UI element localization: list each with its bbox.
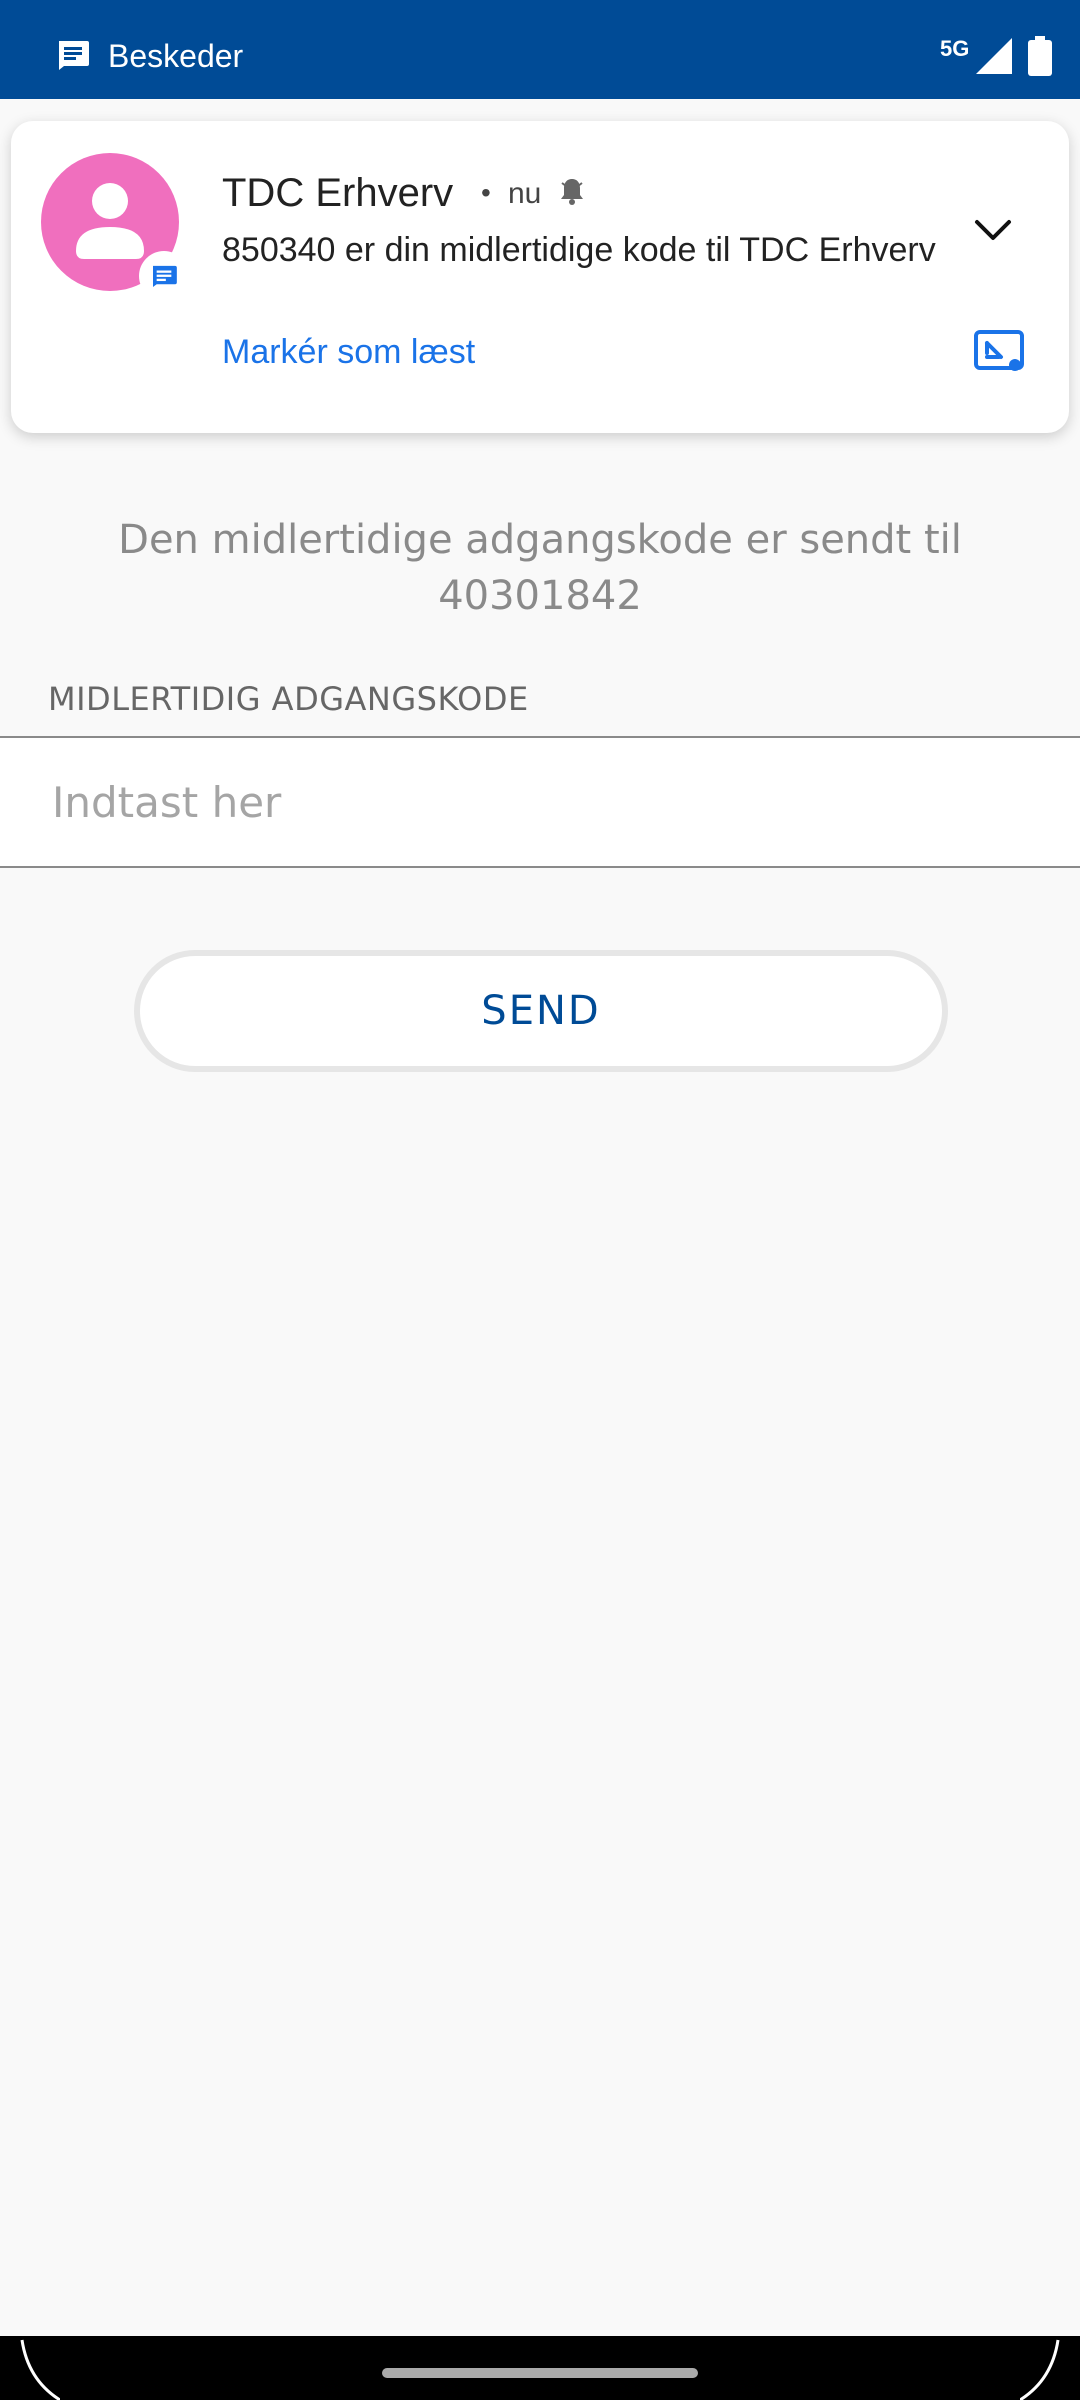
status-app-name: Beskeder	[108, 38, 244, 74]
notification-time: nu	[508, 177, 542, 210]
navigation-bar	[0, 2336, 1080, 2400]
battery-icon	[1028, 36, 1052, 76]
screen-corner-right	[1020, 2339, 1060, 2400]
messages-badge	[139, 251, 189, 301]
message-icon	[153, 265, 177, 287]
message-icon	[59, 41, 89, 70]
info-text: Den midlertidige adgangskode er sendt ti…	[118, 517, 962, 619]
code-field-label: MIDLERTIDIG ADGANGSKODE	[48, 680, 529, 718]
message-notification[interactable]: TDC Erhverv • nu 850340 er din midlertid…	[11, 121, 1069, 433]
temporary-code-input[interactable]	[52, 738, 1032, 866]
picture-in-picture-icon[interactable]	[973, 329, 1025, 375]
home-gesture-handle[interactable]	[382, 2368, 698, 2378]
send-button[interactable]: SEND	[134, 950, 948, 1072]
bell-icon	[561, 179, 583, 205]
separator-dot: •	[481, 177, 491, 208]
signal-icon	[976, 38, 1012, 74]
notification-body: 850340 er din midlertidige kode til TDC …	[222, 231, 936, 269]
chevron-down-icon[interactable]	[971, 207, 1015, 251]
status-bar: Beskeder 5G	[0, 0, 1080, 99]
notification-sender: TDC Erhverv	[222, 171, 454, 215]
screen-corner-left	[20, 2339, 60, 2400]
network-type: 5G	[940, 36, 970, 61]
mark-as-read-button[interactable]: Markér som læst	[222, 333, 475, 372]
code-input-container	[0, 736, 1080, 868]
